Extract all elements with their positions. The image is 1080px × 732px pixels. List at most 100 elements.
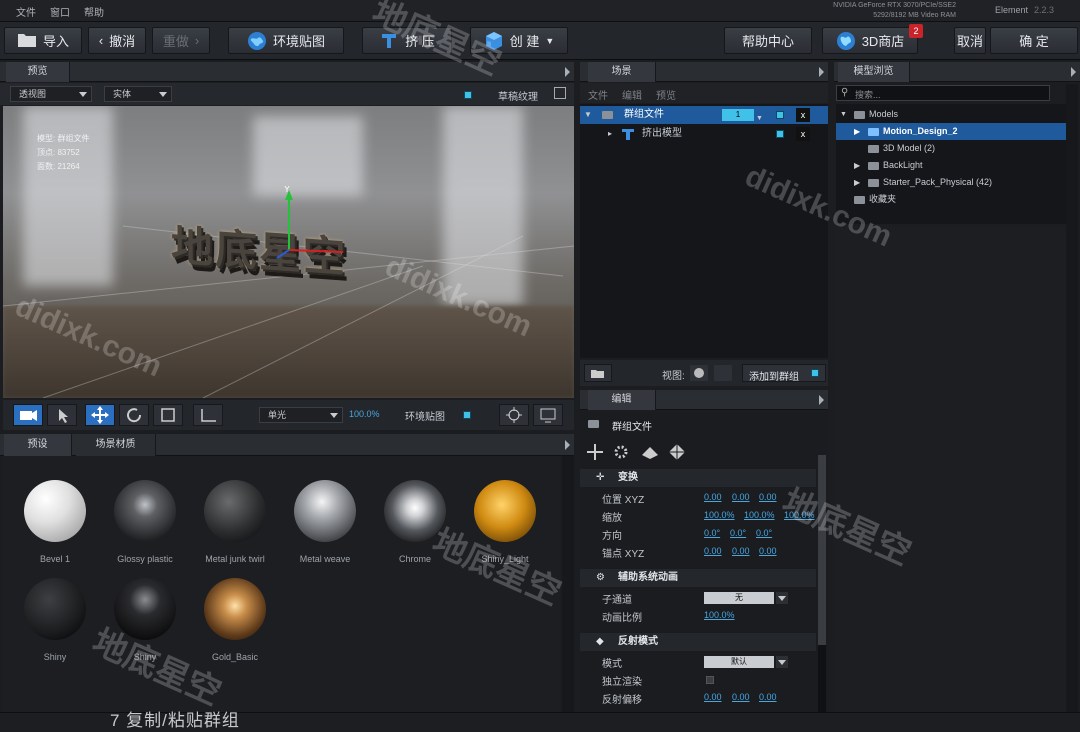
- panel-expand-icon[interactable]: [565, 67, 570, 77]
- tree-favorites[interactable]: 收藏夹: [836, 191, 1068, 208]
- maximize-icon[interactable]: [554, 87, 566, 99]
- gears-icon[interactable]: [612, 443, 630, 464]
- light-percent[interactable]: 100.0%: [349, 409, 380, 419]
- camera-tool[interactable]: [13, 404, 43, 426]
- channel-select[interactable]: 无: [704, 592, 788, 604]
- position-z[interactable]: 0.00: [759, 492, 777, 502]
- target-tool[interactable]: [499, 404, 529, 426]
- bevel-icon[interactable]: [640, 443, 660, 464]
- group-number[interactable]: 1: [722, 109, 754, 121]
- view-sphere-icon[interactable]: [690, 365, 708, 381]
- mode-select[interactable]: 默认: [704, 656, 788, 668]
- material-item[interactable]: Chrome: [375, 480, 455, 564]
- position-y[interactable]: 0.00: [732, 492, 750, 502]
- anchor-y[interactable]: 0.00: [732, 546, 750, 556]
- extrude-button[interactable]: 挤 压: [362, 27, 452, 54]
- material-item[interactable]: Shiny: [15, 578, 95, 662]
- chevron-right-icon[interactable]: ▶: [854, 123, 860, 140]
- panel-expand-icon[interactable]: [1071, 67, 1076, 77]
- scene-menu-preview[interactable]: 预览: [656, 87, 676, 102]
- panel-expand-icon[interactable]: [565, 440, 570, 450]
- view-mode-select[interactable]: 透视图: [10, 86, 92, 102]
- add-to-group-button[interactable]: 添加到群组: [742, 364, 826, 383]
- select-tool[interactable]: [47, 404, 77, 426]
- create-button[interactable]: 创 建 ▼: [470, 27, 568, 54]
- ok-button[interactable]: 确 定: [990, 27, 1078, 54]
- tab-edit[interactable]: 编辑: [588, 390, 656, 410]
- transform-gizmo[interactable]: Y: [273, 186, 363, 266]
- scene-menu-file[interactable]: 文件: [588, 87, 608, 102]
- model-search-field[interactable]: ⚲ 搜索...: [836, 85, 1050, 101]
- orientation-x[interactable]: 0.0°: [704, 528, 720, 538]
- help-center-button[interactable]: 帮助中心: [724, 27, 812, 54]
- render-mode-select[interactable]: 实体: [104, 86, 172, 102]
- orientation-z[interactable]: 0.0°: [756, 528, 772, 538]
- tab-preview[interactable]: 预览: [6, 62, 70, 82]
- scene-child-row[interactable]: ▸ 挤出模型 x: [580, 125, 828, 143]
- scale-z[interactable]: 100.0%: [784, 510, 815, 520]
- env-map-checkbox[interactable]: [463, 411, 471, 419]
- import-button[interactable]: 导入: [4, 27, 82, 54]
- tab-scene-materials[interactable]: 场景材质: [76, 434, 156, 456]
- anchor-z[interactable]: 0.00: [759, 546, 777, 556]
- material-item[interactable]: Bevel 1: [15, 480, 95, 564]
- material-item[interactable]: Gold_Basic: [195, 578, 275, 662]
- independent-render-checkbox[interactable]: [706, 676, 714, 684]
- scale-tool[interactable]: [153, 404, 183, 426]
- child-visible-checkbox[interactable]: [776, 130, 784, 138]
- panel-expand-icon[interactable]: [819, 67, 824, 77]
- diamond-icon[interactable]: [668, 443, 686, 464]
- material-item[interactable]: Glossy plastic: [105, 480, 185, 564]
- group-delete-icon[interactable]: x: [796, 108, 810, 122]
- env-map-button[interactable]: 环境贴图: [228, 27, 344, 54]
- move-icon[interactable]: [586, 443, 604, 464]
- rotate-tool[interactable]: [119, 404, 149, 426]
- tree-item-starter-pack[interactable]: ▶ Starter_Pack_Physical (42): [836, 174, 1068, 191]
- scale-x[interactable]: 100.0%: [704, 510, 735, 520]
- material-item[interactable]: Shiny: [105, 578, 185, 662]
- reflection-y[interactable]: 0.00: [732, 692, 750, 702]
- chevron-down-icon[interactable]: ▼: [584, 106, 592, 124]
- panel-expand-icon[interactable]: [819, 395, 824, 405]
- tab-model-browser[interactable]: 模型浏览: [838, 62, 910, 82]
- menu-file[interactable]: 文件: [12, 4, 40, 19]
- menu-window[interactable]: 窗口: [46, 4, 74, 19]
- material-item[interactable]: Metal weave: [285, 480, 365, 564]
- section-transform[interactable]: ✛ 变换: [580, 469, 816, 487]
- menu-help[interactable]: 帮助: [80, 4, 108, 19]
- tree-item-backlight[interactable]: ▶ BackLight: [836, 157, 1068, 174]
- move-tool[interactable]: [85, 404, 115, 426]
- tab-scene[interactable]: 场景: [588, 62, 656, 82]
- new-folder-button[interactable]: [584, 364, 612, 382]
- view-grid-icon[interactable]: [714, 365, 732, 381]
- model-browser-scrollbar[interactable]: [1066, 84, 1078, 712]
- redo-button[interactable]: 重做 ›: [152, 27, 210, 54]
- material-item[interactable]: Metal junk twirl: [195, 480, 275, 564]
- edit-scrollbar[interactable]: [818, 455, 826, 712]
- edit-scrollbar-thumb[interactable]: [818, 455, 826, 645]
- tree-item-motion-design[interactable]: ▶ Motion_Design_2: [836, 123, 1068, 140]
- axis-tool[interactable]: [193, 404, 223, 426]
- material-item[interactable]: Shiny_Light: [465, 480, 545, 564]
- scene-menu-edit[interactable]: 编辑: [622, 87, 642, 102]
- chevron-right-icon[interactable]: ▸: [608, 125, 612, 143]
- chevron-down-icon[interactable]: ▼: [840, 106, 847, 123]
- section-aux-anim[interactable]: ⚙ 辅助系统动画: [580, 569, 816, 587]
- anchor-x[interactable]: 0.00: [704, 546, 722, 556]
- group-visible-checkbox[interactable]: [776, 111, 784, 119]
- undo-button[interactable]: ‹ 撤消: [88, 27, 146, 54]
- anim-ratio-value[interactable]: 100.0%: [704, 610, 735, 620]
- display-tool[interactable]: [533, 404, 563, 426]
- materials-scrollbar[interactable]: [562, 456, 574, 712]
- tree-root[interactable]: ▼ Models: [836, 106, 1068, 123]
- draft-texture-checkbox[interactable]: [464, 91, 472, 99]
- store-button[interactable]: 3D商店 2: [822, 24, 923, 54]
- tree-item-3d-model[interactable]: 3D Model (2): [836, 140, 1068, 157]
- add-to-group-checkbox[interactable]: [811, 369, 819, 377]
- chevron-right-icon[interactable]: ▶: [854, 157, 860, 174]
- tab-presets[interactable]: 预设: [4, 434, 72, 456]
- scene-group-row[interactable]: ▼ 群组文件 1 ▼ x: [580, 106, 828, 124]
- child-delete-icon[interactable]: x: [796, 127, 810, 141]
- chevron-right-icon[interactable]: ▶: [854, 174, 860, 191]
- reflection-z[interactable]: 0.00: [759, 692, 777, 702]
